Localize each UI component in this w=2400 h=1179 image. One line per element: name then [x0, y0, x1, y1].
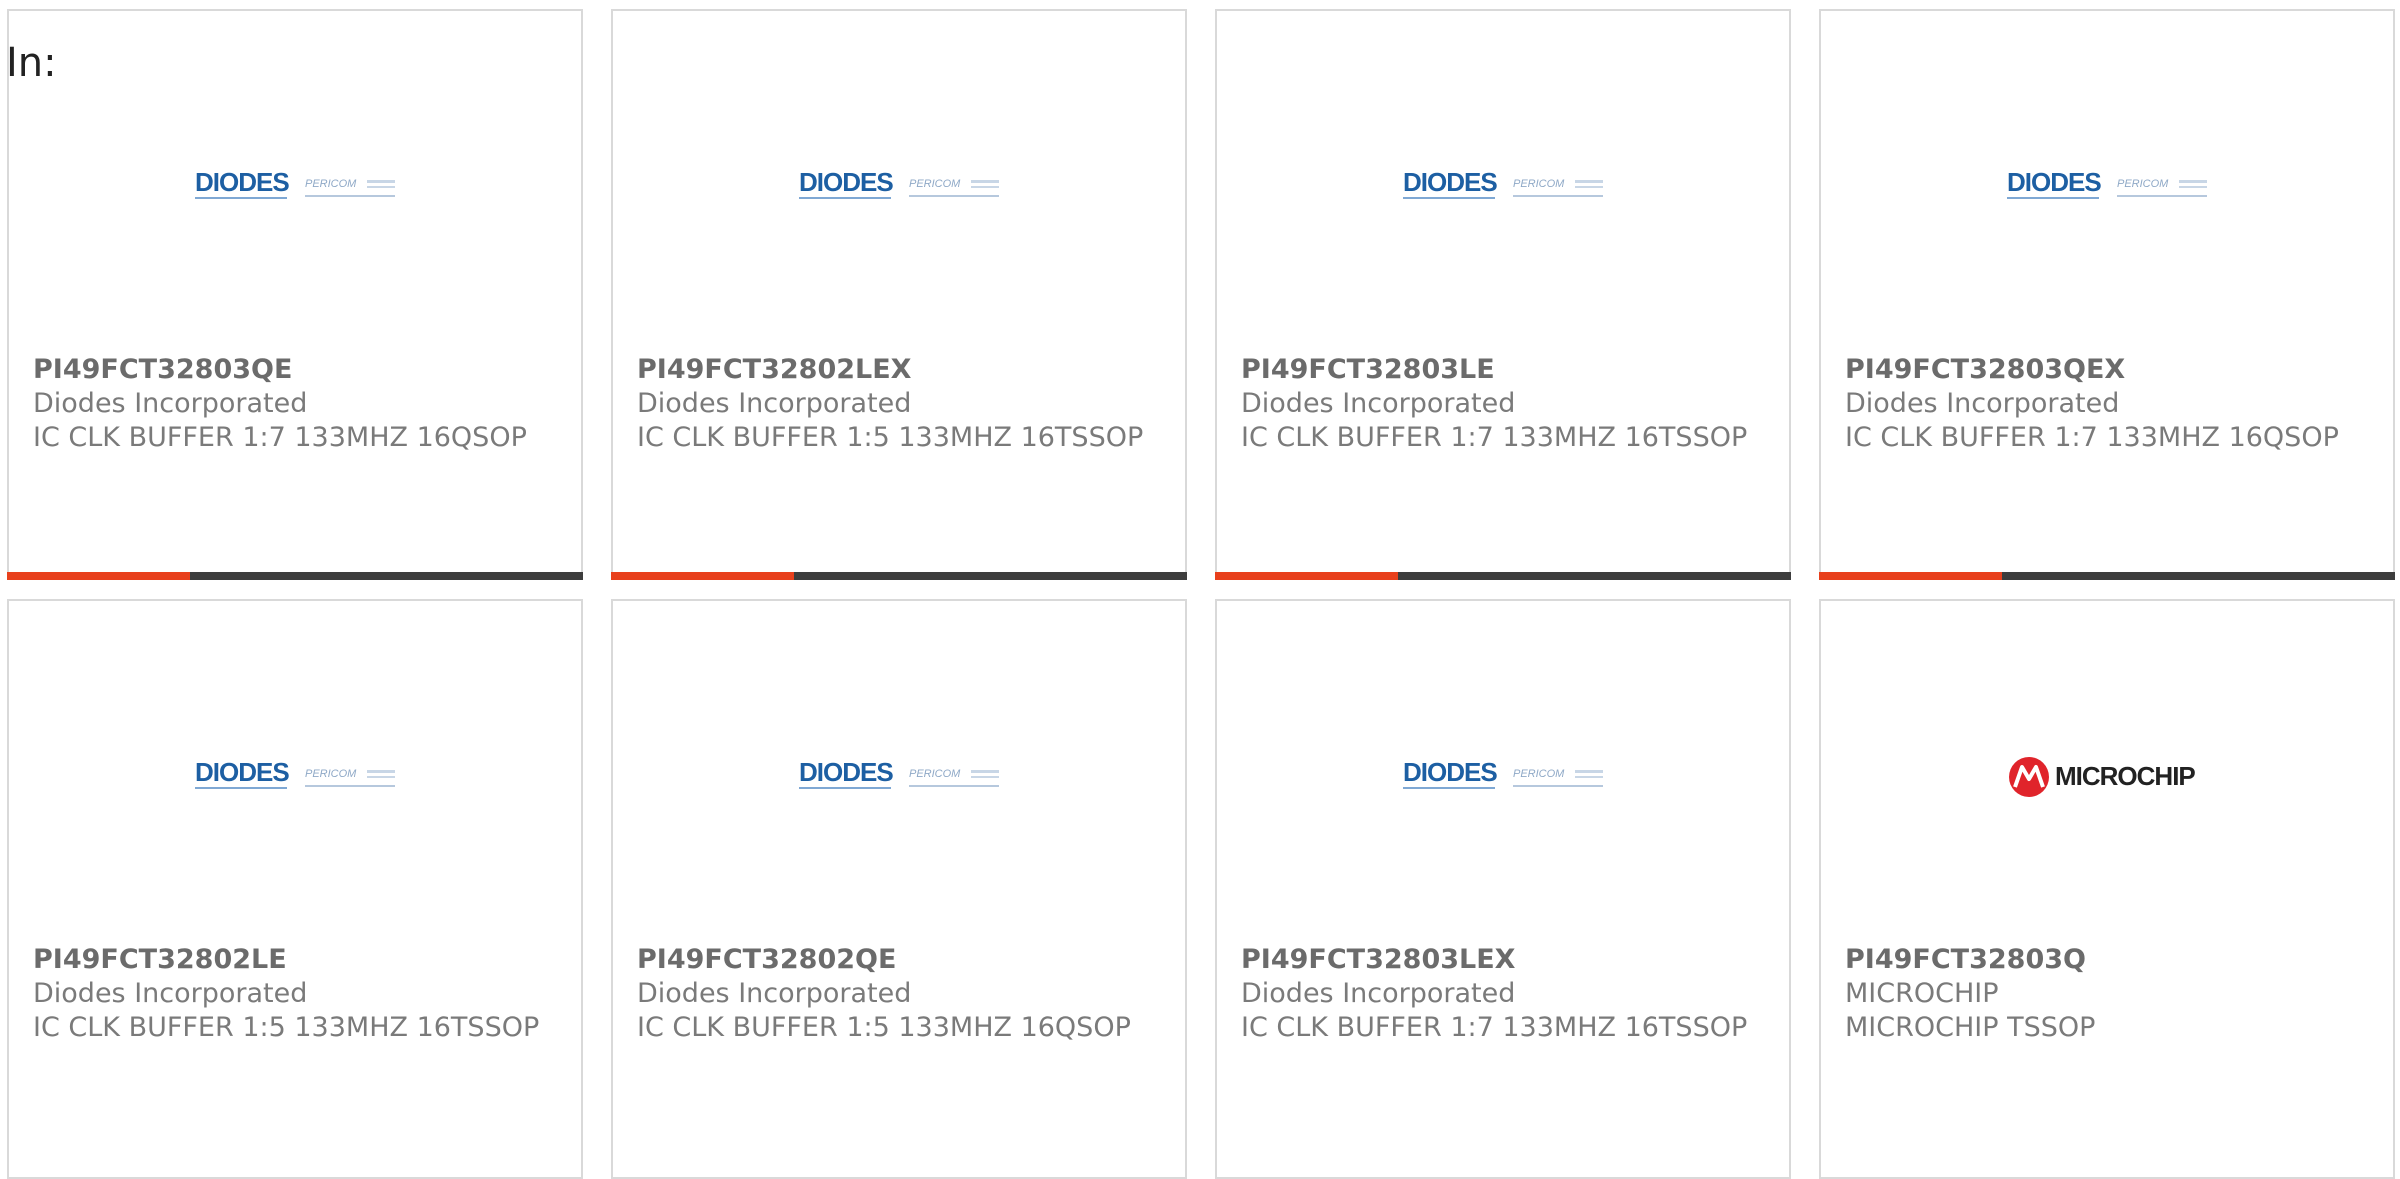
diodes-pericom-logo: DIODES PERICOM — [1403, 757, 1613, 797]
svg-text:PERICOM: PERICOM — [1513, 178, 1565, 190]
diodes-pericom-logo: DIODES PERICOM — [1403, 167, 1613, 207]
part-number[interactable]: PI49FCT32803QEX — [1845, 353, 2365, 387]
diodes-pericom-logo: DIODES PERICOM — [799, 757, 1009, 797]
svg-text:MICROCHIP: MICROCHIP — [2055, 761, 2195, 791]
svg-text:DIODES: DIODES — [195, 757, 289, 787]
part-number[interactable]: PI49FCT32802QE — [637, 943, 1157, 977]
manufacturer: Diodes Incorporated — [1845, 388, 2120, 419]
card-accent-bar — [1819, 572, 2395, 580]
svg-text:DIODES: DIODES — [2007, 167, 2101, 197]
manufacturer: Diodes Incorporated — [637, 978, 912, 1009]
product-card[interactable]: DIODES PERICOM PI49FCT32803QE Diodes Inc… — [7, 9, 583, 580]
product-description: IC CLK BUFFER 1:5 133MHZ 16QSOP — [637, 1012, 1131, 1043]
product-description: MICROCHIP TSSOP — [1845, 1012, 2096, 1043]
product-description: IC CLK BUFFER 1:7 133MHZ 16QSOP — [1845, 422, 2339, 453]
svg-text:DIODES: DIODES — [1403, 757, 1497, 787]
part-number[interactable]: PI49FCT32802LE — [33, 943, 553, 977]
card-accent-bar — [7, 572, 583, 580]
product-description: IC CLK BUFFER 1:7 133MHZ 16TSSOP — [1241, 422, 1748, 453]
part-number[interactable]: PI49FCT32802LEX — [637, 353, 1157, 387]
svg-text:DIODES: DIODES — [195, 167, 289, 197]
svg-text:PERICOM: PERICOM — [305, 178, 357, 190]
svg-text:DIODES: DIODES — [799, 757, 893, 787]
manufacturer: Diodes Incorporated — [1241, 388, 1516, 419]
product-description: IC CLK BUFFER 1:7 133MHZ 16TSSOP — [1241, 1012, 1748, 1043]
product-description: IC CLK BUFFER 1:5 133MHZ 16TSSOP — [637, 422, 1144, 453]
svg-text:PERICOM: PERICOM — [305, 768, 357, 780]
diodes-pericom-logo: DIODES PERICOM — [195, 167, 405, 207]
part-number[interactable]: PI49FCT32803LE — [1241, 353, 1761, 387]
svg-text:PERICOM: PERICOM — [1513, 768, 1565, 780]
product-card[interactable]: MICROCHIP PI49FCT32803Q MICROCHIP MICROC… — [1819, 599, 2395, 1179]
product-card[interactable]: DIODES PERICOM PI49FCT32803LE Diodes Inc… — [1215, 9, 1791, 580]
filter-label: In: — [6, 40, 57, 86]
product-description: IC CLK BUFFER 1:5 133MHZ 16TSSOP — [33, 1012, 540, 1043]
svg-text:PERICOM: PERICOM — [909, 178, 961, 190]
product-card[interactable]: DIODES PERICOM PI49FCT32802LEX Diodes In… — [611, 9, 1187, 580]
manufacturer: Diodes Incorporated — [637, 388, 912, 419]
diodes-pericom-logo: DIODES PERICOM — [195, 757, 405, 797]
diodes-pericom-logo: DIODES PERICOM — [799, 167, 1009, 207]
svg-text:DIODES: DIODES — [799, 167, 893, 197]
card-accent-bar — [1215, 572, 1791, 580]
card-accent-bar — [611, 572, 1187, 580]
product-card[interactable]: DIODES PERICOM PI49FCT32803QEX Diodes In… — [1819, 9, 2395, 580]
svg-text:PERICOM: PERICOM — [2117, 178, 2169, 190]
diodes-pericom-logo: DIODES PERICOM — [2007, 167, 2217, 207]
product-card[interactable]: DIODES PERICOM PI49FCT32802QE Diodes Inc… — [611, 599, 1187, 1179]
microchip-logo: MICROCHIP — [2007, 757, 2217, 797]
product-description: IC CLK BUFFER 1:7 133MHZ 16QSOP — [33, 422, 527, 453]
product-card[interactable]: DIODES PERICOM PI49FCT32802LE Diodes Inc… — [7, 599, 583, 1179]
part-number[interactable]: PI49FCT32803Q — [1845, 943, 2365, 977]
manufacturer: Diodes Incorporated — [33, 978, 308, 1009]
svg-text:DIODES: DIODES — [1403, 167, 1497, 197]
manufacturer: MICROCHIP — [1845, 978, 1999, 1009]
manufacturer: Diodes Incorporated — [1241, 978, 1516, 1009]
part-number[interactable]: PI49FCT32803LEX — [1241, 943, 1761, 977]
svg-text:PERICOM: PERICOM — [909, 768, 961, 780]
part-number[interactable]: PI49FCT32803QE — [33, 353, 553, 387]
product-card[interactable]: DIODES PERICOM PI49FCT32803LEX Diodes In… — [1215, 599, 1791, 1179]
manufacturer: Diodes Incorporated — [33, 388, 308, 419]
